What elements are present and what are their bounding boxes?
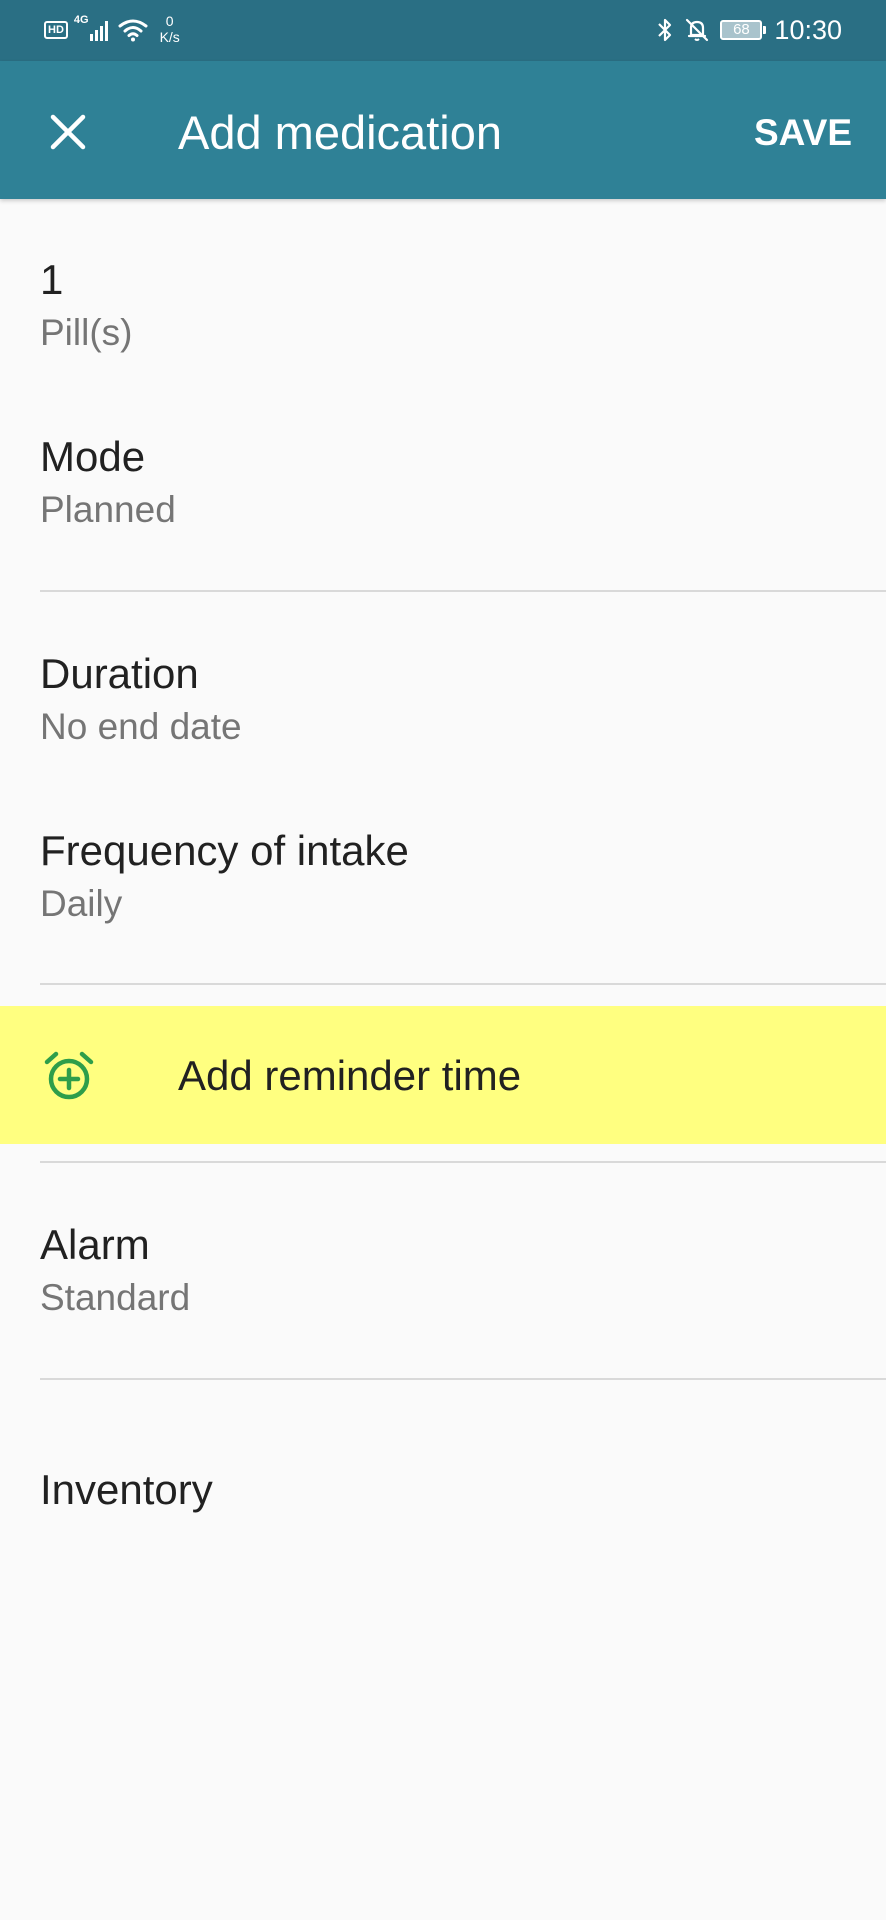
speed-unit: K/s	[159, 29, 180, 45]
network-speed: 0 K/s	[160, 13, 180, 45]
duration-value: No end date	[40, 706, 242, 747]
dose-value: 1	[40, 256, 64, 303]
duration-row[interactable]: Duration No end date	[40, 648, 242, 750]
speed-value: 0	[165, 13, 174, 29]
dose-row[interactable]: 1 Pill(s)	[40, 254, 132, 356]
battery-icon: 68	[720, 20, 767, 40]
dose-unit: Pill(s)	[40, 312, 133, 353]
battery-level: 68	[733, 21, 750, 38]
alarm-value: Standard	[40, 1277, 191, 1318]
app-bar: Add medication SAVE	[0, 61, 886, 199]
network-type: 4G	[73, 14, 89, 26]
mode-value: Planned	[40, 489, 176, 530]
status-left-cluster: HD 4G 0 K/s	[44, 12, 180, 48]
save-button[interactable]: SAVE	[754, 105, 852, 161]
divider	[40, 1378, 886, 1380]
bluetooth-icon	[658, 18, 672, 42]
add-reminder-time-label: Add reminder time	[178, 1052, 522, 1099]
alarm-row[interactable]: Alarm Standard	[40, 1219, 190, 1321]
close-button[interactable]	[32, 96, 104, 168]
frequency-value: Daily	[40, 883, 123, 924]
alarm-label: Alarm	[40, 1221, 150, 1268]
wifi-icon	[118, 19, 148, 42]
add-reminder-time-button[interactable]: Add reminder time	[0, 1006, 886, 1144]
signal-icon	[89, 19, 110, 41]
clock: 10:30	[774, 14, 842, 45]
hd-badge: HD	[44, 21, 68, 39]
divider	[40, 1161, 886, 1163]
mode-label: Mode	[40, 433, 146, 480]
frequency-label: Frequency of intake	[40, 827, 409, 874]
divider	[40, 983, 886, 985]
frequency-row[interactable]: Frequency of intake Daily	[40, 825, 409, 927]
inventory-label: Inventory	[40, 1466, 213, 1513]
page-title: Add medication	[178, 106, 502, 159]
duration-label: Duration	[40, 650, 199, 697]
status-right-cluster: 68 10:30	[656, 10, 842, 50]
status-bar: HD 4G 0 K/s 68 10:30	[0, 0, 886, 61]
mode-row[interactable]: Mode Planned	[40, 431, 176, 533]
close-icon	[50, 114, 86, 150]
inventory-row[interactable]: Inventory	[40, 1464, 213, 1516]
notifications-off-icon	[686, 18, 709, 42]
divider	[40, 590, 886, 592]
alarm-add-icon	[44, 1051, 94, 1100]
